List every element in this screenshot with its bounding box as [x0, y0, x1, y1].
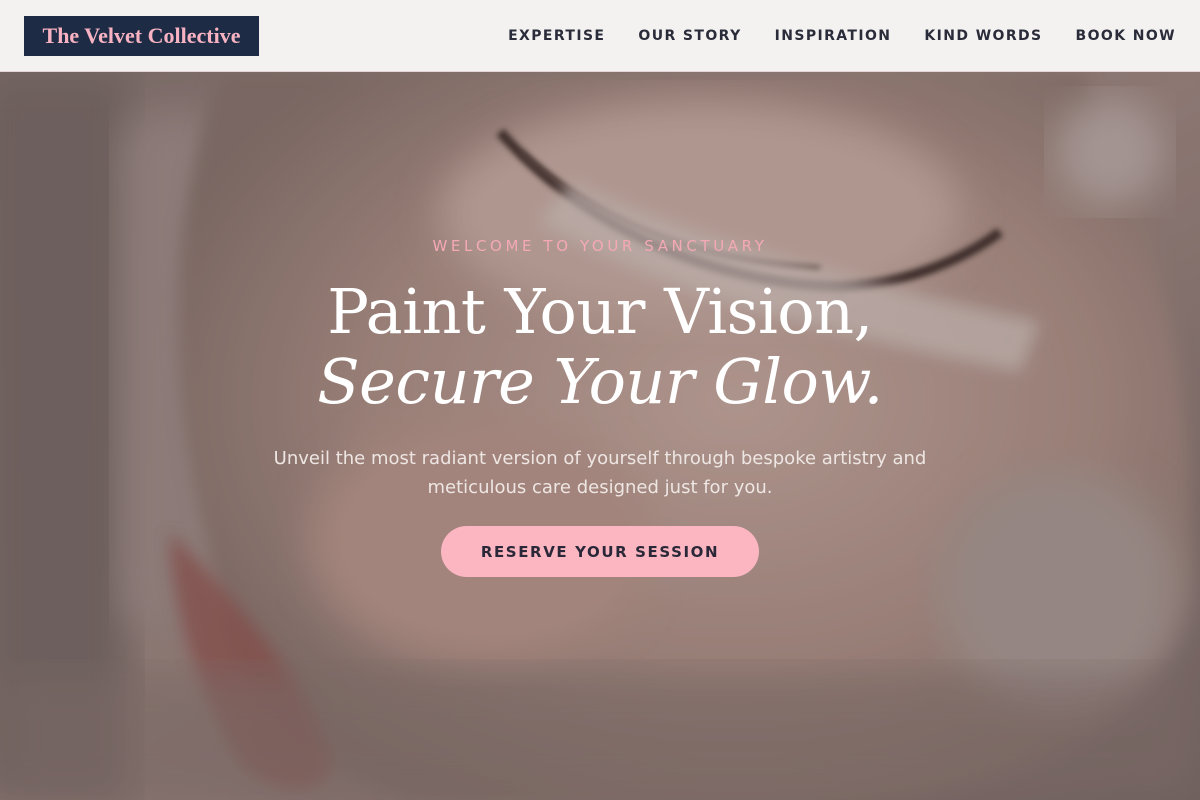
site-header: The Velvet Collective EXPERTISE OUR STOR… — [0, 0, 1200, 72]
hero-title-line1: Paint Your Vision, — [327, 275, 873, 348]
hero-title-line2: Secure Your Glow. — [317, 345, 883, 418]
main-nav: EXPERTISE OUR STORY INSPIRATION KIND WOR… — [508, 0, 1176, 72]
nav-link-inspiration[interactable]: INSPIRATION — [775, 28, 892, 44]
reserve-session-button[interactable]: RESERVE YOUR SESSION — [441, 526, 759, 577]
hero-content: WELCOME TO YOUR SANCTUARY Paint Your Vis… — [0, 72, 1200, 800]
nav-link-kind-words[interactable]: KIND WORDS — [924, 28, 1042, 44]
hero-eyebrow: WELCOME TO YOUR SANCTUARY — [432, 237, 768, 255]
nav-link-expertise[interactable]: EXPERTISE — [508, 28, 605, 44]
brand-logo[interactable]: The Velvet Collective — [24, 16, 259, 56]
hero-section: WELCOME TO YOUR SANCTUARY Paint Your Vis… — [0, 72, 1200, 800]
nav-link-our-story[interactable]: OUR STORY — [638, 28, 741, 44]
hero-subtitle: Unveil the most radiant version of yours… — [273, 448, 927, 498]
nav-link-book-now[interactable]: BOOK NOW — [1076, 28, 1176, 44]
hero-title: Paint Your Vision, Secure Your Glow. — [0, 277, 1200, 417]
brand-name: The Velvet Collective — [42, 23, 241, 48]
